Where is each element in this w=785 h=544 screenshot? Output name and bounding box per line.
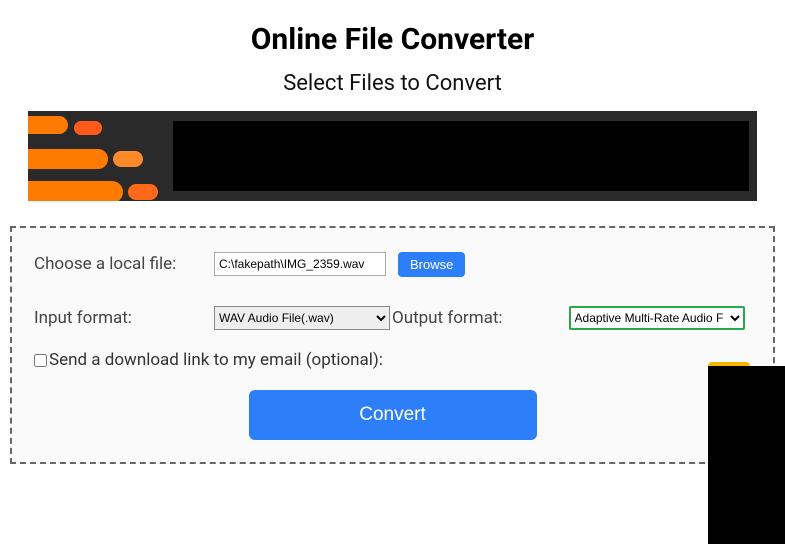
decorative-shape	[28, 181, 123, 201]
floating-ad[interactable]	[708, 366, 785, 544]
input-format-label: Input format:	[34, 308, 214, 328]
output-format-select[interactable]: Adaptive Multi-Rate Audio F	[569, 306, 745, 330]
converter-form: Choose a local file: Browse Input format…	[10, 226, 775, 464]
decorative-shape	[113, 151, 143, 167]
ad-content	[173, 121, 749, 191]
browse-button[interactable]: Browse	[398, 252, 465, 277]
decorative-shape	[128, 184, 158, 200]
decorative-shape	[28, 116, 68, 134]
page-subtitle: Select Files to Convert	[0, 71, 785, 96]
choose-file-label: Choose a local file:	[34, 254, 214, 274]
page-title: Online File Converter	[0, 22, 785, 57]
decorative-shape	[28, 149, 108, 169]
ad-banner[interactable]	[28, 111, 757, 201]
input-format-select[interactable]: WAV Audio File(.wav)	[214, 306, 390, 330]
decorative-shape	[74, 121, 102, 135]
email-checkbox[interactable]	[34, 354, 47, 367]
email-checkbox-label: Send a download link to my email (option…	[49, 350, 383, 370]
file-path-input[interactable]	[214, 252, 386, 276]
convert-button[interactable]: Convert	[249, 390, 537, 440]
output-format-label: Output format:	[392, 308, 503, 328]
